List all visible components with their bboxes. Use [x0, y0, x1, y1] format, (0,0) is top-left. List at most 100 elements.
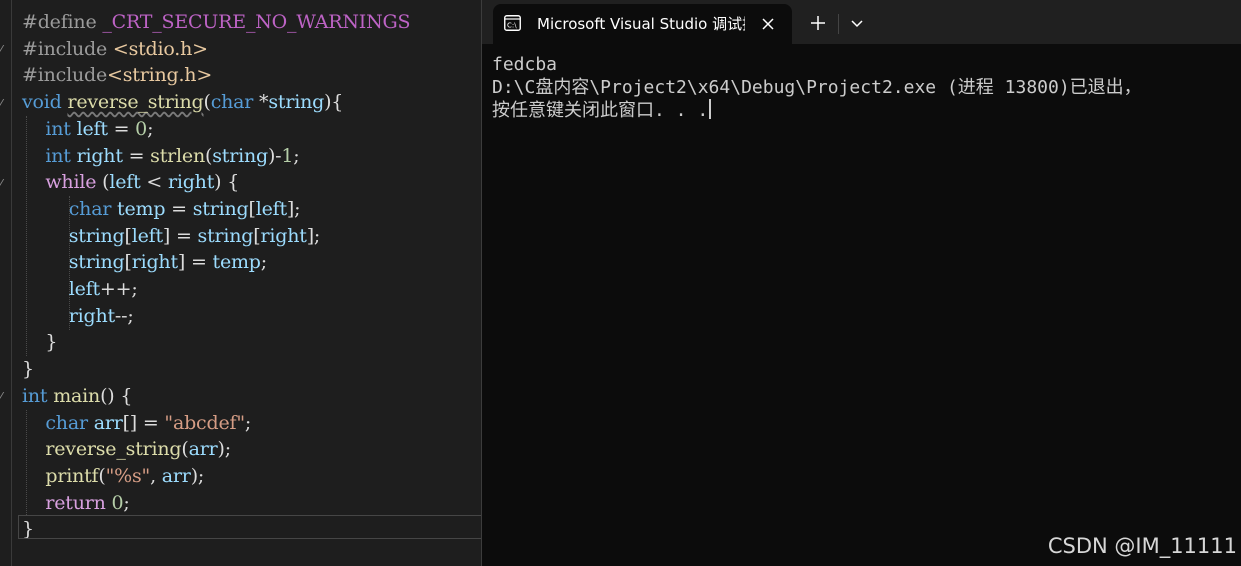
- code-token: arr: [161, 464, 191, 487]
- code-token: ,: [150, 464, 162, 487]
- code-line[interactable]: char arr[] = "abcdef";: [22, 410, 251, 437]
- code-token: right: [68, 304, 115, 327]
- code-token: }: [22, 331, 58, 354]
- debug-console-window[interactable]: C:\ Microsoft Visual Studio 调试控制台 fedcba…: [481, 0, 1241, 566]
- fold-marker-icon[interactable]: ⁄: [0, 178, 8, 190]
- indent-guide: [69, 196, 70, 330]
- code-token: <string.h>: [107, 64, 213, 87]
- code-token: ++;: [99, 278, 138, 300]
- code-token: )-: [267, 144, 282, 167]
- code-token: string: [68, 251, 125, 274]
- code-token: arr: [93, 411, 123, 434]
- code-token: reverse_string: [67, 91, 204, 114]
- code-token: () {: [100, 384, 133, 407]
- code-editor[interactable]: #define _CRT_SECURE_NO_WARNINGS #include …: [0, 0, 481, 566]
- code-token: ;: [123, 491, 130, 514]
- code-token: char: [210, 91, 260, 114]
- code-token: ;: [147, 117, 154, 140]
- code-token: ;: [293, 144, 300, 167]
- code-line[interactable]: }: [22, 329, 57, 356]
- tab-separator: [838, 14, 839, 34]
- code-line[interactable]: #include <stdio.h>: [22, 36, 208, 63]
- code-line[interactable]: int right = strlen(string)-1;: [22, 143, 300, 170]
- fold-marker-icon[interactable]: ⁄: [0, 98, 8, 110]
- code-token: string: [192, 197, 249, 220]
- console-line-text: 按任意键关闭此窗口. . .: [492, 100, 709, 121]
- code-token: =: [165, 197, 193, 220]
- code-token: ];: [286, 197, 301, 220]
- code-line[interactable]: return 0;: [22, 490, 130, 517]
- tab-bar: C:\ Microsoft Visual Studio 调试控制台: [482, 0, 1241, 44]
- code-token: (: [98, 464, 106, 487]
- fold-marker-icon[interactable]: ⁄: [0, 391, 8, 403]
- code-token: return: [45, 491, 112, 514]
- code-token: --;: [114, 304, 134, 327]
- code-line[interactable]: #include<string.h>: [22, 62, 212, 89]
- code-token: temp: [212, 251, 261, 274]
- code-token: right: [76, 144, 123, 167]
- code-token: =: [107, 117, 136, 140]
- code-line[interactable]: reverse_string(arr);: [22, 436, 231, 463]
- code-token: [: [248, 197, 256, 220]
- code-line[interactable]: printf("%s", arr);: [22, 463, 204, 490]
- gutter-border: [11, 0, 12, 566]
- code-token: ];: [306, 224, 321, 247]
- code-token: int: [22, 384, 54, 407]
- code-token: ] =: [162, 224, 198, 247]
- plus-icon[interactable]: [807, 12, 829, 34]
- code-token: #include: [22, 64, 107, 87]
- code-token: right: [260, 224, 307, 247]
- console-output[interactable]: fedcba D:\C盘内容\Project2\x64\Debug\Projec…: [492, 53, 1237, 122]
- code-token: main: [53, 384, 101, 407]
- code-line[interactable]: void reverse_string(char *string){: [22, 89, 343, 116]
- console-icon: C:\: [504, 15, 521, 31]
- code-token: [] =: [122, 411, 165, 434]
- code-token: <: [140, 171, 168, 194]
- code-token: 0: [111, 491, 124, 514]
- watermark: CSDN @IM_11111: [1047, 534, 1237, 558]
- code-line[interactable]: string[left] = string[right];: [22, 223, 321, 250]
- code-token: arr: [188, 438, 218, 461]
- code-line[interactable]: int main() {: [22, 383, 132, 410]
- close-icon[interactable]: [757, 13, 779, 35]
- code-line[interactable]: }: [22, 356, 34, 383]
- tab-title: Microsoft Visual Studio 调试控制台: [537, 15, 745, 33]
- code-line[interactable]: char temp = string[left];: [22, 196, 301, 223]
- chevron-down-icon[interactable]: [846, 12, 868, 34]
- code-token: left: [76, 117, 108, 140]
- console-line: fedcba: [492, 54, 558, 75]
- code-token: );: [190, 464, 205, 487]
- code-line[interactable]: right--;: [22, 303, 134, 330]
- code-token: left: [109, 171, 141, 194]
- svg-text:C:\: C:\: [507, 22, 517, 30]
- code-line[interactable]: string[right] = temp;: [22, 249, 267, 276]
- code-token: void: [22, 91, 68, 114]
- code-token: );: [217, 438, 232, 461]
- code-token: #include: [22, 37, 113, 60]
- tab-debug-console[interactable]: C:\ Microsoft Visual Studio 调试控制台: [493, 4, 792, 44]
- code-line[interactable]: while (left < right) {: [22, 169, 239, 196]
- code-token: [: [124, 224, 132, 247]
- code-line[interactable]: left++;: [22, 276, 138, 303]
- code-token: while: [45, 171, 103, 194]
- code-token: "%s": [105, 464, 151, 487]
- current-line-highlight: [18, 515, 481, 539]
- indent-guide: [26, 410, 27, 515]
- code-token: [: [124, 251, 132, 274]
- fold-marker-icon[interactable]: ⁄: [0, 44, 8, 56]
- code-token: *: [259, 91, 269, 114]
- console-line: D:\C盘内容\Project2\x64\Debug\Project2.exe …: [492, 77, 1142, 98]
- code-token: =: [122, 144, 151, 167]
- code-token: string: [212, 144, 268, 167]
- code-token: int: [45, 144, 77, 167]
- code-line[interactable]: #define _CRT_SECURE_NO_WARNINGS: [22, 9, 411, 36]
- code-token: strlen: [150, 144, 205, 167]
- code-token: left: [68, 278, 100, 300]
- code-token: left: [255, 197, 287, 220]
- code-token: right: [167, 171, 215, 194]
- code-line[interactable]: int left = 0;: [22, 116, 153, 143]
- code-token: left: [131, 224, 163, 247]
